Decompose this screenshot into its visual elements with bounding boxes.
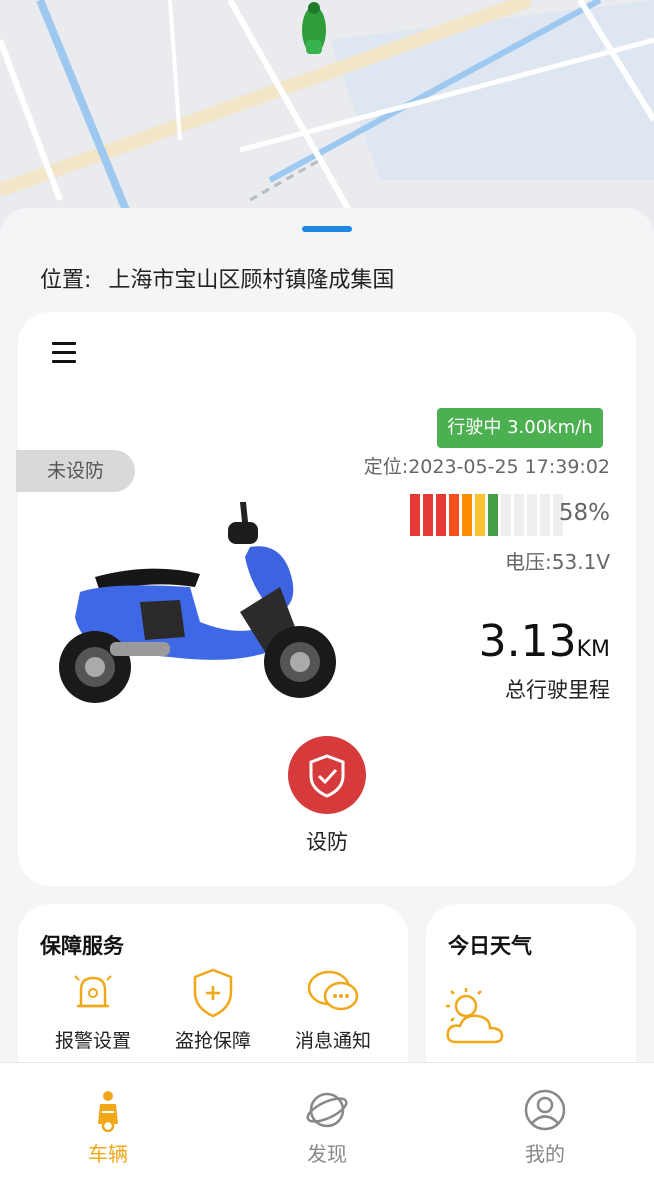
tab-discover[interactable]: 发现 [267,1088,387,1167]
services-title: 保障服务 [40,934,124,958]
service-notifications[interactable]: 消息通知 [278,966,388,1053]
planet-icon [306,1092,348,1128]
battery-segment [475,494,485,536]
mileage-label: 总行驶里程 [505,678,610,702]
tab-label: 发现 [307,1142,347,1166]
scooter-image [59,502,336,703]
shield-plus-icon [193,968,233,1018]
menu-icon[interactable] [52,342,76,366]
tab-profile[interactable]: 我的 [485,1088,605,1167]
service-label: 消息通知 [294,1030,371,1052]
partly-cloudy-icon [446,988,504,1044]
alarm-bell-icon [74,975,112,1008]
battery-segment [540,494,550,536]
scooter-icon [98,1091,118,1133]
tab-label: 我的 [525,1142,565,1166]
sheet-drag-handle[interactable] [302,226,352,232]
tab-label: 车辆 [88,1142,128,1166]
mileage-value: 3.13KM [479,616,610,667]
weather-title: 今日天气 [448,934,532,958]
battery-segment [449,494,459,536]
location-address: 上海市宝山区顾村镇隆成集国 [108,268,395,293]
battery-segment [527,494,537,536]
mileage-unit: KM [576,637,610,662]
service-theft-protection[interactable]: 盗抢保障 [158,966,268,1053]
battery-bar [410,494,563,536]
shield-check-icon [309,754,345,798]
battery-segment [436,494,446,536]
position-time: 定位:2023-05-25 17:39:02 [363,456,610,478]
voltage-text: 电压:53.1V [505,550,610,574]
user-icon [524,1089,566,1131]
chat-bubble-icon [307,970,359,1011]
arm-button[interactable] [288,736,366,814]
arm-button-label: 设防 [306,830,348,854]
battery-segment [488,494,498,536]
mileage-number: 3.13 [478,616,577,667]
service-label: 报警设置 [54,1030,131,1052]
tab-vehicle[interactable]: 车辆 [48,1088,168,1167]
battery-segment [462,494,472,536]
driving-status-badge: 行驶中 3.00km/h [437,408,603,448]
location-label: 位置: [40,268,92,293]
battery-segment [410,494,420,536]
service-alarm-settings[interactable]: 报警设置 [38,966,148,1053]
battery-segment [423,494,433,536]
battery-segment [501,494,511,536]
battery-percent: 58% [558,500,610,526]
location-text: 位置: 上海市宝山区顾村镇隆成集国 [40,262,394,294]
service-label: 盗抢保障 [174,1030,251,1052]
battery-segment [514,494,524,536]
arm-status-badge: 未设防 [16,450,135,492]
